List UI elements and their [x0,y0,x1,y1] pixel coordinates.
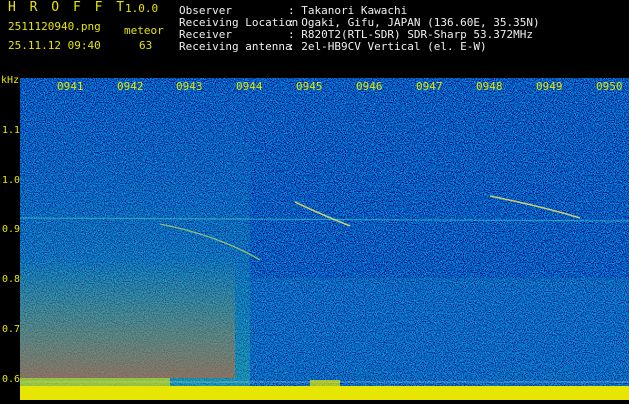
x-tick: 0942 [117,80,144,93]
y-tick: 0.7 [2,324,21,335]
spectrogram-canvas [19,78,629,400]
y-tick: 0.8 [2,274,21,285]
y-tick: 0.9 [2,224,21,235]
y-tick: 0.6 [2,374,21,385]
x-tick: 0945 [296,80,323,93]
x-tick: 0947 [416,80,443,93]
app-version: 1.0.0 [125,2,159,15]
x-tick: 0944 [236,80,263,93]
x-tick: 0950 [596,80,623,93]
x-tick: 0949 [536,80,563,93]
antenna-key: Receiving antenna [179,40,292,53]
detection-type-label: meteor [124,24,164,37]
x-tick: 0943 [176,80,203,93]
x-tick: 0948 [476,80,503,93]
y-tick: 1.0 [2,175,21,186]
detection-count: 63 [139,39,153,52]
filename-label: 2511120940.png [8,20,101,33]
antenna-value: : 2el-HB9CV Vertical (el. E-W) [288,40,487,53]
spectrogram [19,78,629,400]
frequency-unit-label: kHz [1,75,20,86]
y-tick: 1.1 [2,125,21,136]
app-title: H R O F F T [8,0,128,15]
datetime-label: 25.11.12 09:40 [8,39,101,52]
x-tick: 0946 [356,80,383,93]
x-tick: 0941 [57,80,84,93]
